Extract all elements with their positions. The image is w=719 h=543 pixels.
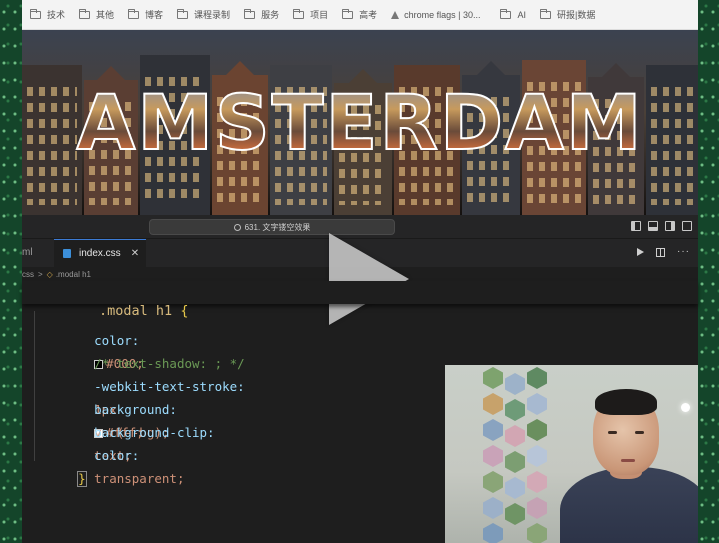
code-line: }	[32, 444, 87, 487]
presenter-eye	[635, 431, 644, 434]
bookmark-label: 研报|数据	[557, 10, 596, 20]
presenter-mouth	[621, 459, 635, 462]
tab-label: ml	[22, 247, 33, 258]
bookmark-label: 服务	[261, 10, 280, 20]
search-icon	[233, 223, 241, 231]
presenter-hair	[595, 389, 657, 415]
tab-index-css[interactable]: index.css ✕	[54, 239, 146, 267]
editor-actions: ···	[637, 247, 690, 257]
bookmark-ai[interactable]: AI	[500, 8, 526, 20]
flask-icon	[391, 10, 400, 19]
bookmark-label: 其他	[96, 10, 115, 20]
code-line: background-clip: text;	[49, 398, 214, 463]
folder-icon	[293, 8, 305, 19]
bookmark-other[interactable]: 其他	[79, 8, 114, 21]
folder-icon	[177, 8, 189, 19]
run-icon[interactable]	[637, 248, 644, 256]
toggle-secondary-sidebar-icon[interactable]	[665, 221, 675, 231]
css-file-icon	[63, 249, 71, 258]
code-value: transparent;	[94, 471, 185, 486]
green-background-right	[698, 0, 719, 543]
folder-icon	[500, 8, 512, 19]
folder-icon	[30, 8, 41, 19]
bookmark-tech[interactable]: 技术	[30, 8, 65, 21]
breadcrumb-file[interactable]: css	[22, 270, 34, 279]
bookmarks-bar: 技术 其他 博客 课程录制 服务 项目 高考 chrome flags | 30…	[22, 0, 698, 30]
headline-stroke: AMSTERDAM	[76, 77, 644, 168]
code-property: color:	[94, 448, 140, 463]
bookmark-label: 博客	[145, 10, 164, 20]
bookmark-research[interactable]: 研报|数据	[540, 8, 595, 21]
bookmark-label: 课程录制	[194, 10, 231, 20]
bookmark-blog[interactable]: 博客	[128, 8, 163, 21]
presenter-eye	[608, 431, 617, 434]
close-icon[interactable]: ✕	[131, 248, 139, 259]
code-brace: }	[77, 471, 87, 487]
tab-label: index.css	[79, 248, 121, 259]
bookmark-project[interactable]: 项目	[293, 8, 328, 21]
bookmark-chrome-flags[interactable]: chrome flags | 30...	[391, 10, 480, 20]
bookmark-label: chrome flags | 30...	[404, 9, 481, 20]
sticky-scroll-header: .modal h1 {	[22, 281, 698, 319]
toggle-panel-icon[interactable]	[648, 221, 658, 231]
bookmark-label: 项目	[310, 10, 329, 20]
bookmark-service[interactable]: 服务	[244, 8, 279, 21]
customize-layout-icon[interactable]	[682, 221, 692, 231]
code-line: -webkit-text-stroke: 1px #fff;	[49, 352, 245, 440]
code-brace: {	[180, 303, 189, 319]
page-preview: AMSTERDAM AMSTERDAM	[22, 30, 698, 215]
split-editor-icon[interactable]	[656, 248, 665, 257]
toggle-sidebar-icon[interactable]	[631, 221, 641, 231]
tab-html[interactable]: ml	[22, 239, 54, 267]
code-selector: .modal h1	[99, 303, 181, 319]
bookmark-exam[interactable]: 高考	[342, 8, 377, 21]
folder-icon	[244, 8, 256, 19]
code-line: color: transparent;	[49, 421, 184, 486]
hexagon-wall-decor	[475, 365, 555, 543]
folder-icon	[540, 8, 551, 19]
bookmark-label: 技术	[47, 10, 66, 20]
bookmark-course[interactable]: 课程录制	[177, 8, 230, 21]
play-icon[interactable]	[329, 233, 409, 325]
more-actions-icon[interactable]: ···	[677, 247, 690, 257]
layout-controls	[631, 221, 692, 231]
folder-icon	[342, 8, 354, 19]
command-center-label: 631. 文字镂空效果	[244, 222, 311, 232]
lamp-light	[681, 403, 690, 412]
green-background-left	[0, 0, 22, 543]
webcam-overlay	[445, 365, 698, 543]
folder-icon	[128, 8, 140, 19]
code-line: background: var(--bg);	[49, 375, 177, 440]
bookmark-label: AI	[517, 9, 526, 20]
bookmark-label: 高考	[359, 10, 378, 20]
folder-icon	[79, 8, 91, 19]
